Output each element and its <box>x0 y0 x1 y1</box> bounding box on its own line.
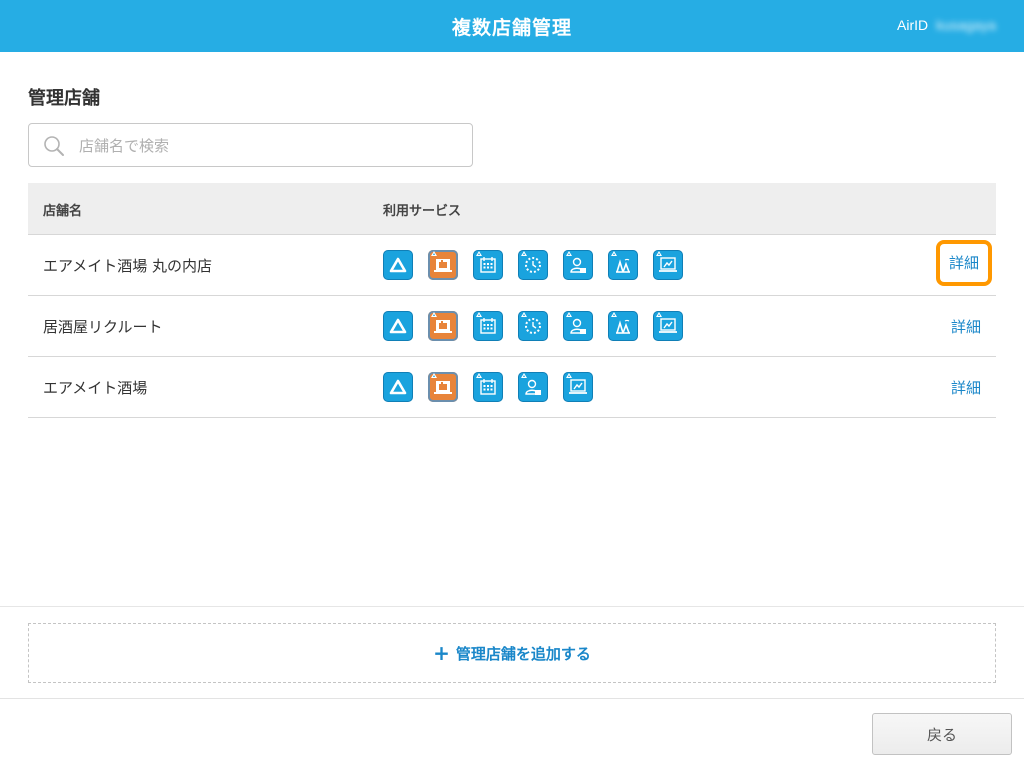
airshift-icon <box>518 250 548 280</box>
table-header: 店舗名 利用サービス <box>28 183 996 235</box>
page-title: 複数店舗管理 <box>451 17 572 39</box>
store-name: エアメイト酒場 丸の内店 <box>43 257 213 275</box>
detail-link[interactable]: 詳細 <box>951 316 981 337</box>
airid-username: kusagaya <box>936 17 996 33</box>
airregi-icon <box>383 311 413 341</box>
store-name: 居酒屋リクルート <box>43 318 163 336</box>
airmate-icon <box>563 372 593 402</box>
airmate-icon <box>653 250 683 280</box>
airreserve-icon <box>473 372 503 402</box>
table-row: エアメイト酒場 丸の内店 詳細 <box>28 235 996 296</box>
back-button[interactable]: 戻る <box>872 713 1012 755</box>
column-header-store-name: 店舗名 <box>43 204 83 219</box>
section-title: 管理店舗 <box>28 88 100 109</box>
airreserve-icon <box>473 250 503 280</box>
table-row: 居酒屋リクルート 詳細 <box>28 296 996 357</box>
detail-link[interactable]: 詳細 <box>951 377 981 398</box>
airrecruit-icon <box>518 372 548 402</box>
airreserve-icon <box>473 311 503 341</box>
airwait-icon <box>608 311 638 341</box>
store-table: 店舗名 利用サービス エアメイト酒場 丸の内店 詳細 居酒屋リクルート 詳細 エアメイト… <box>28 183 996 418</box>
detail-link[interactable]: 詳細 <box>935 240 992 286</box>
airregi-icon <box>383 250 413 280</box>
plus-icon: + <box>433 641 450 665</box>
airid-account[interactable]: AirID kusagaya <box>897 17 996 33</box>
airwait-icon <box>608 250 638 280</box>
search-icon <box>43 135 65 161</box>
service-icons <box>383 250 698 280</box>
add-store-button[interactable]: + 管理店舗を追加する <box>28 623 996 683</box>
divider <box>0 606 1024 607</box>
search-input[interactable] <box>77 132 461 160</box>
service-icons <box>383 311 698 341</box>
column-header-services: 利用サービス <box>383 204 462 219</box>
airpay-icon <box>428 372 458 402</box>
search-box[interactable] <box>28 123 473 167</box>
airid-label: AirID <box>897 17 929 33</box>
table-row: エアメイト酒場 詳細 <box>28 357 996 418</box>
airrecruit-icon <box>563 250 593 280</box>
airshift-icon <box>518 311 548 341</box>
airregi-icon <box>383 372 413 402</box>
airrecruit-icon <box>563 311 593 341</box>
store-name: エアメイト酒場 <box>43 379 148 397</box>
app-header: 複数店舗管理 AirID kusagaya <box>0 0 1024 52</box>
airpay-icon <box>428 250 458 280</box>
bottom-bar: 戻る <box>0 698 1024 769</box>
airmate-icon <box>653 311 683 341</box>
airpay-icon <box>428 311 458 341</box>
add-store-label: 管理店舗を追加する <box>455 644 591 663</box>
service-icons <box>383 372 608 402</box>
